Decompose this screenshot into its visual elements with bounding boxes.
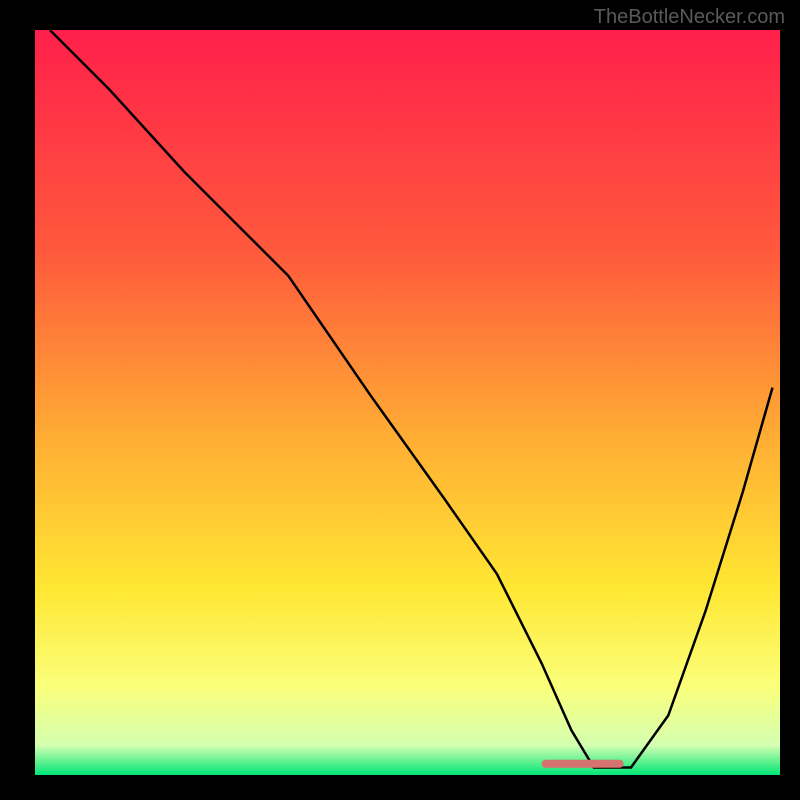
- chart-plot-area: [35, 30, 780, 775]
- gradient-background: [35, 30, 780, 775]
- chart-svg: [35, 30, 780, 775]
- watermark-text: TheBottleNecker.com: [594, 6, 785, 29]
- optimal-marker: [542, 760, 624, 768]
